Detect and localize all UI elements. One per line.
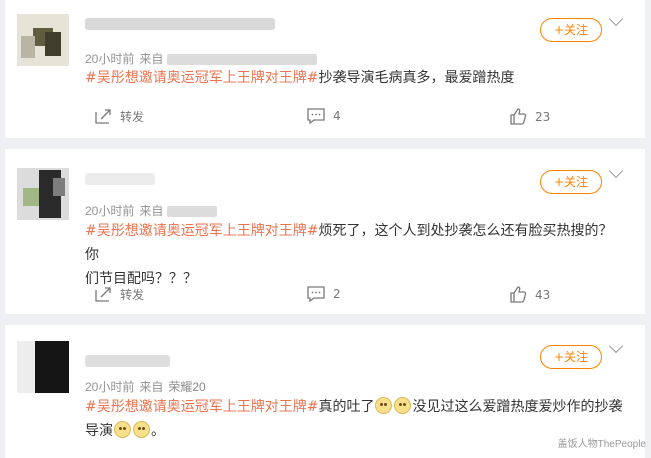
smile-emoji-icon <box>394 397 412 414</box>
source-blurred <box>167 54 318 66</box>
chevron-down-icon[interactable] <box>608 11 624 27</box>
follow-button[interactable]: +关注 <box>540 345 602 369</box>
post-time[interactable]: 20小时前 <box>85 380 134 394</box>
source-label: 来自 <box>139 52 164 66</box>
watermark: 盖饭人物ThePeople <box>557 439 646 450</box>
comment-count: 2 <box>333 287 341 301</box>
post-body-line2: 们节目配吗？？？ <box>85 271 197 287</box>
post-body: 真的吐了 <box>318 399 375 415</box>
follow-button[interactable]: +关注 <box>540 18 602 42</box>
like-icon <box>510 108 527 125</box>
post-card-2: 20小时前 来自 +关注 #吴彤想邀请奥运冠军上王牌对王牌#烦死了，这个人到处抄袭… <box>5 149 645 314</box>
smile-emoji-icon <box>375 397 393 414</box>
username-blurred[interactable] <box>85 355 170 367</box>
post-body-end: 。 <box>151 423 165 439</box>
post-meta: 20小时前 来自 荣耀20 <box>85 378 206 395</box>
repost-button[interactable]: 转发 <box>95 108 144 125</box>
post-card-1: 20小时前 来自 +关注 #吴彤想邀请奥运冠军上王牌对王牌#抄袭导演毛病真多，最爱… <box>5 0 645 138</box>
post-meta: 20小时前 来自 <box>85 202 218 219</box>
repost-label: 转发 <box>120 288 145 302</box>
share-icon <box>95 109 111 124</box>
like-button[interactable]: 23 <box>510 108 550 125</box>
comment-count: 4 <box>333 109 341 123</box>
username-blurred[interactable] <box>85 18 275 30</box>
chevron-down-icon[interactable] <box>608 163 624 179</box>
follow-button[interactable]: +关注 <box>540 170 602 194</box>
avatar[interactable] <box>17 341 69 393</box>
post-text: #吴彤想邀请奥运冠军上王牌对王牌#烦死了，这个人到处抄袭怎么还有脸买热搜的？你 … <box>85 219 625 291</box>
comment-icon <box>307 286 325 302</box>
source-device: 荣耀20 <box>168 380 206 394</box>
hashtag-link[interactable]: #吴彤想邀请奥运冠军上王牌对王牌# <box>85 70 318 86</box>
share-icon <box>95 287 111 302</box>
like-count: 43 <box>535 287 551 302</box>
post-text: #吴彤想邀请奥运冠军上王牌对王牌#抄袭导演毛病真多，最爱蹭热度 <box>85 66 625 90</box>
hashtag-link[interactable]: #吴彤想邀请奥运冠军上王牌对王牌# <box>85 399 318 415</box>
smile-emoji-icon <box>133 421 150 438</box>
post-body-cont: 没见过这么爱蹭热度爱炒作的抄袭 <box>412 399 623 415</box>
avatar[interactable] <box>17 168 69 220</box>
post-time[interactable]: 20小时前 <box>85 52 134 66</box>
source-blurred <box>167 206 218 218</box>
repost-button[interactable]: 转发 <box>95 286 144 303</box>
like-button[interactable]: 43 <box>510 286 550 303</box>
source-label: 来自 <box>139 204 164 218</box>
avatar[interactable] <box>17 14 69 66</box>
like-count: 23 <box>535 109 551 124</box>
smile-emoji-icon <box>114 421 131 438</box>
post-meta: 20小时前 来自 <box>85 50 318 67</box>
post-time[interactable]: 20小时前 <box>85 204 134 218</box>
comment-icon <box>307 108 325 124</box>
chevron-down-icon[interactable] <box>608 338 624 354</box>
source-label: 来自 <box>139 380 164 394</box>
hashtag-link[interactable]: #吴彤想邀请奥运冠军上王牌对王牌# <box>85 223 318 239</box>
username-blurred[interactable] <box>85 173 155 185</box>
comment-button[interactable]: 2 <box>307 286 341 302</box>
post-body-line2: 导演 <box>85 423 113 439</box>
post-card-3: 20小时前 来自 荣耀20 +关注 #吴彤想邀请奥运冠军上王牌对王牌#真的吐了 没见过… <box>5 325 645 458</box>
repost-label: 转发 <box>120 110 145 124</box>
post-body: 抄袭导演毛病真多，最爱蹭热度 <box>318 70 515 86</box>
like-icon <box>510 286 527 303</box>
post-text: #吴彤想邀请奥运冠军上王牌对王牌#真的吐了 没见过这么爱蹭热度爱炒作的抄袭 导演 。 <box>85 395 625 443</box>
comment-button[interactable]: 4 <box>307 108 341 124</box>
